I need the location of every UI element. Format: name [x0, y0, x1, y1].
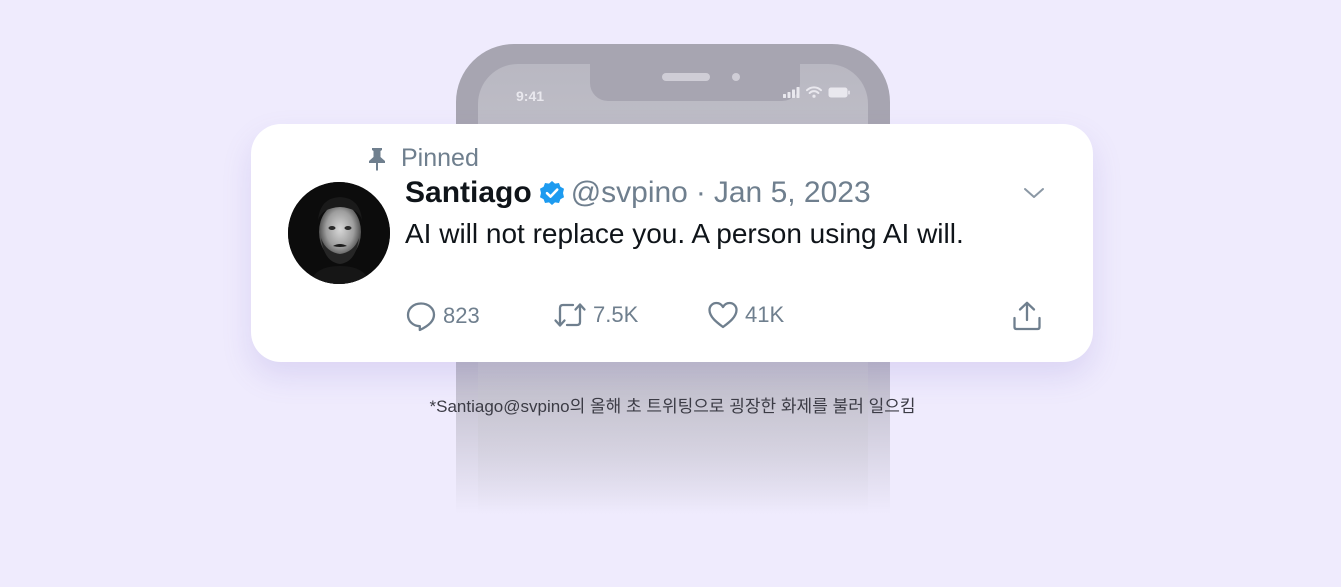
stage: 9:41 Pinned Santiago @svpino · Jan 5, 20… — [0, 0, 1341, 587]
tweet-actions: 823 7.5K 41K — [405, 300, 1047, 334]
avatar[interactable] — [288, 182, 390, 284]
header-separator: · — [695, 176, 706, 209]
battery-icon — [828, 87, 850, 98]
retweet-icon — [553, 300, 587, 330]
pinned-label: Pinned — [401, 144, 479, 172]
wifi-icon — [806, 86, 822, 98]
author-handle[interactable]: @svpino — [571, 176, 688, 210]
reply-count: 823 — [443, 303, 480, 328]
tweet-header: Santiago @svpino · Jan 5, 2023 — [405, 176, 871, 210]
pin-icon — [367, 147, 387, 171]
like-count: 41K — [745, 302, 785, 327]
chevron-down-icon[interactable] — [1023, 186, 1045, 200]
phone-notch — [590, 63, 800, 101]
like-button[interactable]: 41K — [707, 300, 784, 330]
reply-button[interactable]: 823 — [405, 300, 480, 332]
author-name[interactable]: Santiago — [405, 176, 532, 210]
share-button[interactable] — [1011, 300, 1043, 332]
status-bar-icons — [783, 86, 850, 98]
caption-text: *Santiago@svpino의 올해 초 트위팅으로 굉장한 화제를 불러 … — [429, 397, 916, 416]
verified-badge-icon — [539, 180, 565, 206]
phone-speaker — [662, 73, 710, 81]
status-bar-time: 9:41 — [516, 88, 545, 104]
share-icon — [1011, 300, 1043, 332]
like-icon — [707, 300, 739, 330]
retweet-button[interactable]: 7.5K — [553, 300, 638, 330]
reply-icon — [405, 300, 437, 332]
tweet-text: AI will not replace you. A person using … — [405, 218, 964, 249]
phone-camera — [732, 73, 740, 81]
pinned-indicator: Pinned — [367, 144, 479, 173]
retweet-count: 7.5K — [593, 302, 639, 327]
tweet-date[interactable]: Jan 5, 2023 — [714, 176, 871, 210]
tweet-card[interactable]: Pinned Santiago @svpino · Jan 5, 2023 AI… — [251, 124, 1093, 362]
cellular-signal-icon — [783, 87, 800, 98]
